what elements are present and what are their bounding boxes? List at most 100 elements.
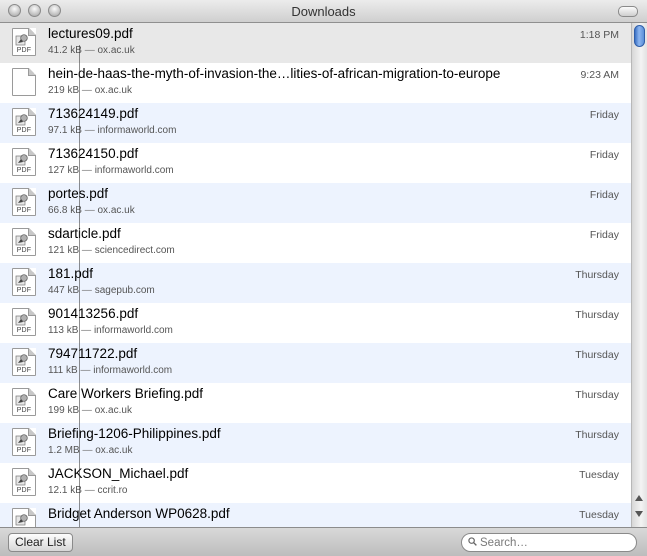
file-meta: 121 kB — sciencedirect.com [48, 245, 175, 256]
file-name: Bridget Anderson WP0628.pdf [48, 506, 230, 521]
file-size: 41.2 kB [48, 45, 82, 56]
download-row[interactable]: PDF 713624150.pdf 127 kB — informaworld.co… [0, 143, 631, 183]
file-source: sagepub.com [94, 285, 155, 296]
scroll-up-arrow-icon[interactable] [635, 495, 643, 501]
file-name: Briefing-1206-Philippines.pdf [48, 426, 221, 441]
pdf-file-icon: PDF [12, 268, 36, 296]
download-row[interactable]: PDF 713624149.pdf 97.1 kB — informaworld.c… [0, 103, 631, 143]
download-row[interactable]: PDF Care Workers Briefing.pdf 199 kB — ox.… [0, 383, 631, 423]
download-row[interactable]: hein-de-haas-the-myth-of-invasion-the…li… [0, 63, 631, 103]
file-size: 113 kB [48, 325, 79, 336]
file-source: ox.ac.uk [94, 85, 132, 96]
scroll-thumb[interactable] [634, 25, 645, 47]
file-size: 97.1 kB [48, 125, 82, 136]
vertical-scrollbar[interactable] [631, 23, 647, 527]
file-name: JACKSON_Michael.pdf [48, 466, 189, 481]
meta-separator: — [81, 325, 92, 336]
file-size: 219 kB [48, 85, 80, 96]
toolbar-toggle-button[interactable] [618, 6, 638, 17]
file-source: informaworld.com [93, 365, 173, 376]
file-meta: 199 kB — ox.ac.uk [48, 405, 132, 416]
file-size: 1.2 MB [48, 445, 80, 456]
download-row[interactable]: PDF 901413256.pdf 113 kB — informaworld.co… [0, 303, 631, 343]
download-row[interactable]: PDFportes.pdf66.8 kB — ox.ac.ukFriday [0, 183, 631, 223]
meta-separator: — [84, 205, 95, 216]
download-date: Friday [589, 109, 619, 121]
file-size: 447 kB [48, 285, 80, 296]
meta-separator: — [82, 445, 93, 456]
bottom-bar: Clear List [0, 527, 647, 556]
downloads-list[interactable]: PDF lectures09.pdf 41.2 kB — ox.ac.uk 1:18 … [0, 23, 631, 527]
pdf-file-icon: PDF [12, 388, 36, 416]
file-meta: 219 kB — ox.ac.uk [48, 85, 132, 96]
file-source: ox.ac.uk [97, 45, 135, 56]
search-icon [468, 537, 477, 546]
pdf-file-icon: PDF [12, 148, 36, 176]
clear-list-button[interactable]: Clear List [8, 533, 73, 552]
file-name: Care Workers Briefing.pdf [48, 386, 204, 401]
download-row[interactable]: PDF sdarticle.pdf 121 kB — sciencedirect.c… [0, 223, 631, 263]
download-row[interactable]: PDF 794711722.pdf 111 kB — informaworld.co… [0, 343, 631, 383]
download-date: Thursday [575, 389, 619, 401]
download-date: Tuesday [579, 469, 619, 481]
pdf-file-icon: PDF [12, 188, 36, 216]
download-date: Friday [589, 149, 619, 161]
meta-separator: — [81, 85, 92, 96]
file-meta: 97.1 kB — informaworld.com [48, 125, 176, 136]
download-date: Tuesday [579, 509, 619, 521]
meta-separator: — [84, 45, 95, 56]
download-date: 1:18 PM [579, 29, 619, 41]
download-row[interactable]: PDF lectures09.pdf 41.2 kB — ox.ac.uk 1:18 … [0, 23, 631, 63]
download-row[interactable]: PDF JACKSON_Michael.pdf 12.1 kB — ccrit.ro… [0, 463, 631, 503]
file-meta: 12.1 kB — ccrit.ro [48, 485, 127, 496]
file-meta: 111 kB — informaworld.com [48, 365, 172, 376]
window-title: Downloads [291, 4, 356, 19]
pdf-file-icon: PDF [12, 108, 36, 136]
divider-line [79, 45, 80, 527]
meta-separator: — [84, 125, 95, 136]
file-size: 12.1 kB [48, 485, 82, 496]
file-name: 713624150.pdf [48, 146, 139, 161]
meta-separator: — [81, 405, 92, 416]
file-source: informaworld.com [97, 125, 177, 136]
pdf-file-icon: PDF [12, 348, 36, 376]
file-meta: 41.2 kB — ox.ac.uk [48, 45, 135, 56]
download-row[interactable]: PDF Briefing-1206-Philippines.pdf 1.2 MB —… [0, 423, 631, 463]
file-source: informaworld.com [94, 165, 174, 176]
search-input[interactable] [480, 535, 630, 550]
document-file-icon [12, 68, 36, 96]
download-date: Thursday [575, 429, 619, 441]
meta-separator: — [81, 165, 92, 176]
file-name: 901413256.pdf [48, 306, 139, 321]
file-name: 713624149.pdf [48, 106, 139, 121]
file-size: 66.8 kB [48, 205, 82, 216]
file-name: 181.pdf [48, 266, 94, 281]
download-date: Thursday [575, 269, 619, 281]
file-name: 794711722.pdf [48, 346, 138, 361]
file-meta: 1.2 MB — ox.ac.uk [48, 445, 133, 456]
file-size: 199 kB [48, 405, 80, 416]
downloads-window: Downloads PDF lectures09.pdf 41.2 kB — ox.… [0, 0, 647, 556]
pdf-file-icon: PDF [12, 228, 36, 256]
download-date: 9:23 AM [580, 69, 619, 81]
file-name: hein-de-haas-the-myth-of-invasion-the…li… [48, 66, 501, 81]
file-source: ccrit.ro [97, 485, 128, 496]
file-size: 111 kB [48, 365, 78, 376]
file-source: ox.ac.uk [95, 445, 133, 456]
scroll-down-arrow-icon[interactable] [635, 511, 643, 517]
download-date: Friday [589, 189, 619, 201]
title-bar[interactable]: Downloads [0, 0, 647, 23]
pdf-file-icon: PDF [12, 468, 36, 496]
search-field[interactable] [461, 533, 637, 552]
file-name: lectures09.pdf [48, 26, 133, 41]
download-row[interactable]: PDF 181.pdf 447 kB — sagepub.com Thursday [0, 263, 631, 303]
download-row[interactable]: PDF Bridget Anderson WP0628.pdf Tuesday [0, 503, 631, 527]
file-meta: 447 kB — sagepub.com [48, 285, 155, 296]
file-meta: 113 kB — informaworld.com [48, 325, 173, 336]
file-name: sdarticle.pdf [48, 226, 121, 241]
file-size: 127 kB [48, 165, 80, 176]
download-date: Friday [589, 229, 619, 241]
meta-separator: — [81, 285, 92, 296]
file-source: informaworld.com [93, 325, 173, 336]
file-meta: 127 kB — informaworld.com [48, 165, 174, 176]
